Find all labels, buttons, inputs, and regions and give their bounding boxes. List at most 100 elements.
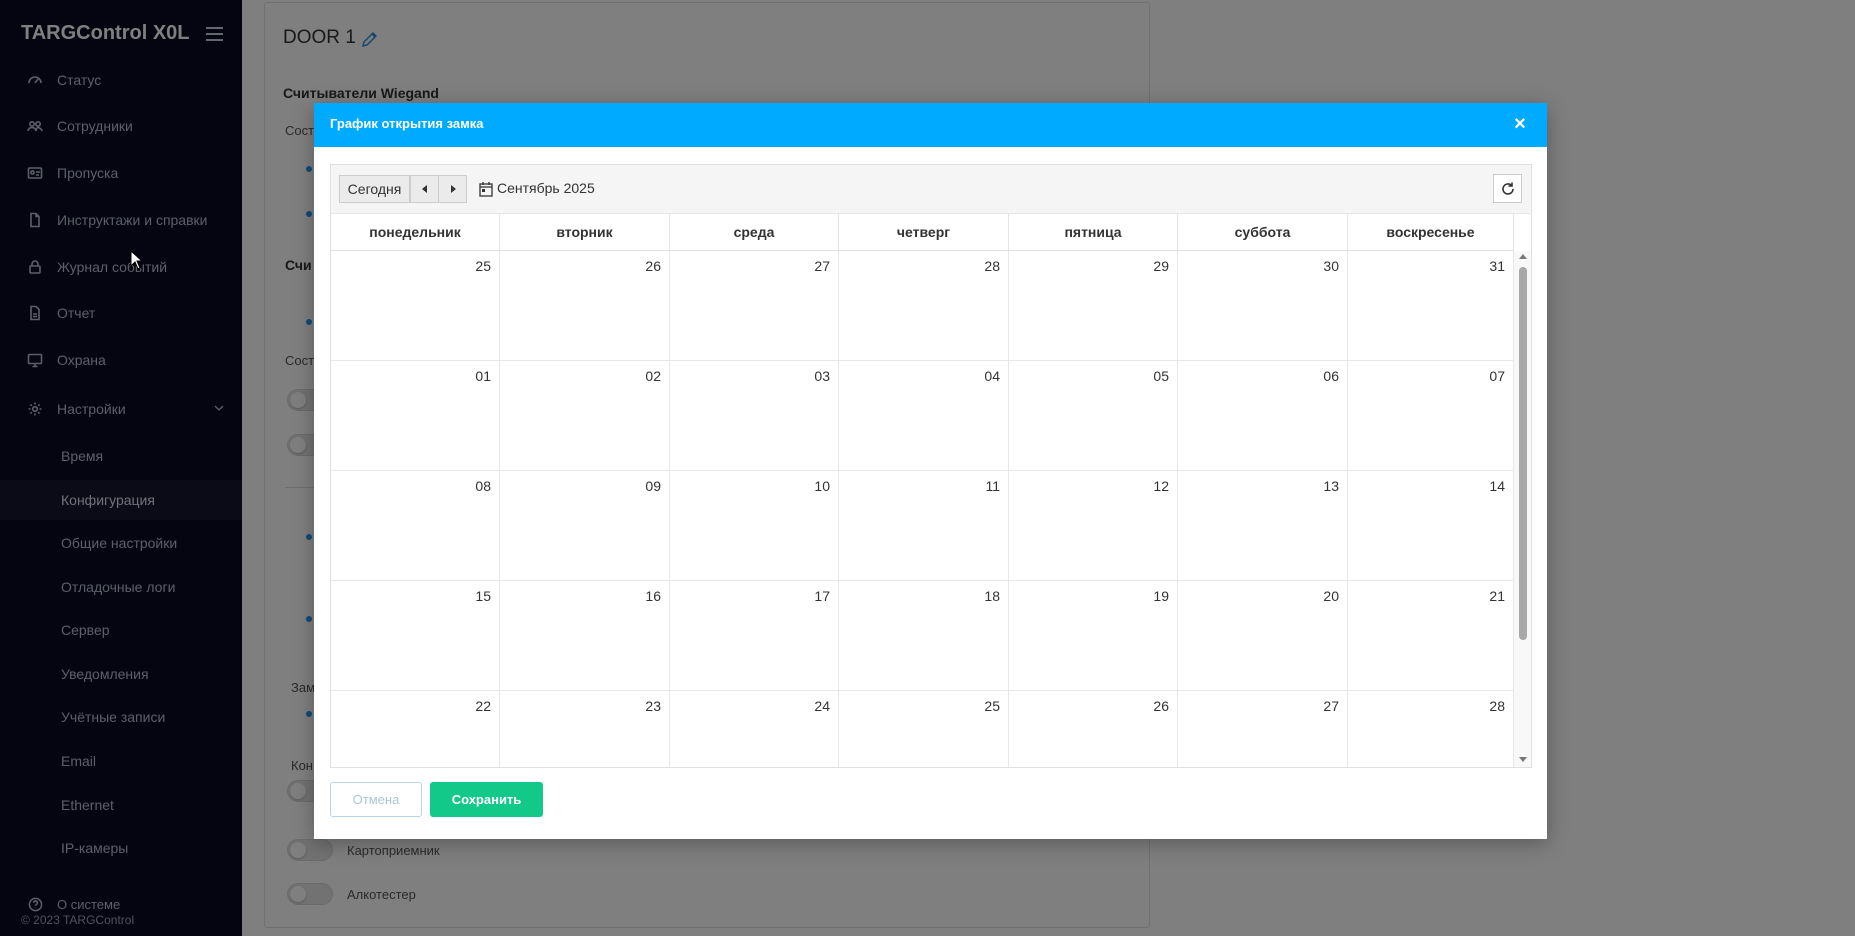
refresh-button[interactable] [1493, 174, 1522, 203]
weekday-header: понедельник [331, 213, 500, 250]
day-number: 11 [985, 478, 1000, 494]
calendar-grid: 25 26 27 28 29 30 31 01 02 03 04 05 06 07 08 09 10 11 12 13… [331, 251, 1514, 767]
day-number: 30 [1323, 258, 1339, 274]
day-cell[interactable]: 28 [839, 251, 1009, 361]
day-cell[interactable]: 25 [331, 251, 500, 361]
day-number: 03 [814, 368, 830, 384]
day-number: 25 [475, 258, 491, 274]
day-cell[interactable]: 08 [331, 471, 500, 581]
day-cell[interactable]: 27 [670, 251, 839, 361]
day-number: 02 [645, 368, 661, 384]
scroll-down-arrow-icon[interactable] [1519, 757, 1527, 762]
day-number: 20 [1323, 588, 1339, 604]
day-number: 28 [1489, 698, 1505, 714]
day-cell[interactable]: 29 [1009, 251, 1178, 361]
modal-header: График открытия замка × [314, 103, 1547, 147]
day-cell[interactable]: 19 [1009, 581, 1178, 691]
day-number: 06 [1323, 368, 1339, 384]
day-number: 09 [645, 478, 661, 494]
caret-left-icon [421, 185, 427, 193]
calendar-scrollbar[interactable] [1514, 251, 1531, 767]
day-number: 24 [814, 698, 830, 714]
day-number: 15 [475, 588, 491, 604]
day-number: 27 [814, 258, 830, 274]
scroll-thumb[interactable] [1519, 267, 1527, 640]
prev-month-button[interactable] [410, 175, 439, 203]
weekday-header: вторник [500, 213, 670, 250]
mouse-cursor-icon [130, 250, 142, 270]
calendar-toolbar: Сегодня Сентябрь 2025 [331, 165, 1531, 214]
day-cell[interactable]: 15 [331, 581, 500, 691]
day-cell[interactable]: 09 [500, 471, 670, 581]
next-month-button[interactable] [438, 175, 467, 203]
day-cell[interactable]: 28 [1348, 691, 1514, 767]
day-number: 17 [814, 588, 830, 604]
day-number: 19 [1153, 588, 1169, 604]
day-cell[interactable]: 31 [1348, 251, 1514, 361]
day-cell[interactable]: 01 [331, 361, 500, 471]
caret-right-icon [450, 185, 456, 193]
day-number: 27 [1323, 698, 1339, 714]
weekday-header: пятница [1009, 213, 1178, 250]
day-number: 10 [814, 478, 830, 494]
day-number: 22 [475, 698, 491, 714]
day-cell[interactable]: 02 [500, 361, 670, 471]
day-number: 16 [645, 588, 661, 604]
day-number: 07 [1489, 368, 1505, 384]
day-number: 04 [984, 368, 1000, 384]
day-number: 14 [1489, 478, 1505, 494]
day-cell[interactable]: 13 [1178, 471, 1348, 581]
day-number: 23 [645, 698, 661, 714]
day-number: 31 [1489, 258, 1505, 274]
day-number: 05 [1153, 368, 1169, 384]
weekday-header: четверг [839, 213, 1009, 250]
day-number: 18 [984, 588, 1000, 604]
day-cell[interactable]: 30 [1178, 251, 1348, 361]
day-number: 01 [475, 368, 491, 384]
day-cell[interactable]: 03 [670, 361, 839, 471]
day-cell[interactable]: 27 [1178, 691, 1348, 767]
day-cell[interactable]: 05 [1009, 361, 1178, 471]
modal-title: График открытия замка [330, 116, 484, 131]
day-number: 28 [984, 258, 1000, 274]
day-cell[interactable]: 26 [500, 251, 670, 361]
weekday-header-row: понедельник вторник среда четверг пятница суб… [331, 213, 1514, 251]
today-button[interactable]: Сегодня [339, 175, 410, 203]
weekday-header: воскресенье [1348, 213, 1514, 250]
day-cell[interactable]: 11 [839, 471, 1009, 581]
day-cell[interactable]: 14 [1348, 471, 1514, 581]
close-icon[interactable]: × [1509, 113, 1531, 135]
day-number: 25 [984, 698, 1000, 714]
weekday-header: среда [670, 213, 839, 250]
day-cell[interactable]: 16 [500, 581, 670, 691]
day-cell[interactable]: 07 [1348, 361, 1514, 471]
day-number: 26 [1153, 698, 1169, 714]
day-cell[interactable]: 06 [1178, 361, 1348, 471]
month-label[interactable]: Сентябрь 2025 [497, 180, 595, 196]
day-cell[interactable]: 26 [1009, 691, 1178, 767]
scroll-up-arrow-icon[interactable] [1519, 254, 1527, 259]
lock-schedule-modal: График открытия замка × Сегодня Сентябрь… [314, 103, 1547, 839]
weekday-header: суббота [1178, 213, 1348, 250]
day-cell[interactable]: 22 [331, 691, 500, 767]
calendar-icon [479, 182, 493, 197]
calendar: Сегодня Сентябрь 2025 понедельник вторник… [330, 164, 1532, 768]
day-cell[interactable]: 25 [839, 691, 1009, 767]
day-number: 13 [1323, 478, 1339, 494]
day-cell[interactable]: 20 [1178, 581, 1348, 691]
save-button[interactable]: Сохранить [430, 782, 543, 817]
day-cell[interactable]: 17 [670, 581, 839, 691]
day-cell[interactable]: 04 [839, 361, 1009, 471]
day-cell[interactable]: 12 [1009, 471, 1178, 581]
day-cell[interactable]: 18 [839, 581, 1009, 691]
cancel-button[interactable]: Отмена [330, 782, 422, 817]
day-number: 26 [645, 258, 661, 274]
refresh-icon [1501, 182, 1514, 195]
day-cell[interactable]: 10 [670, 471, 839, 581]
day-number: 12 [1153, 478, 1169, 494]
day-cell[interactable]: 24 [670, 691, 839, 767]
day-number: 21 [1489, 588, 1505, 604]
day-cell[interactable]: 21 [1348, 581, 1514, 691]
day-cell[interactable]: 23 [500, 691, 670, 767]
day-number: 29 [1153, 258, 1169, 274]
